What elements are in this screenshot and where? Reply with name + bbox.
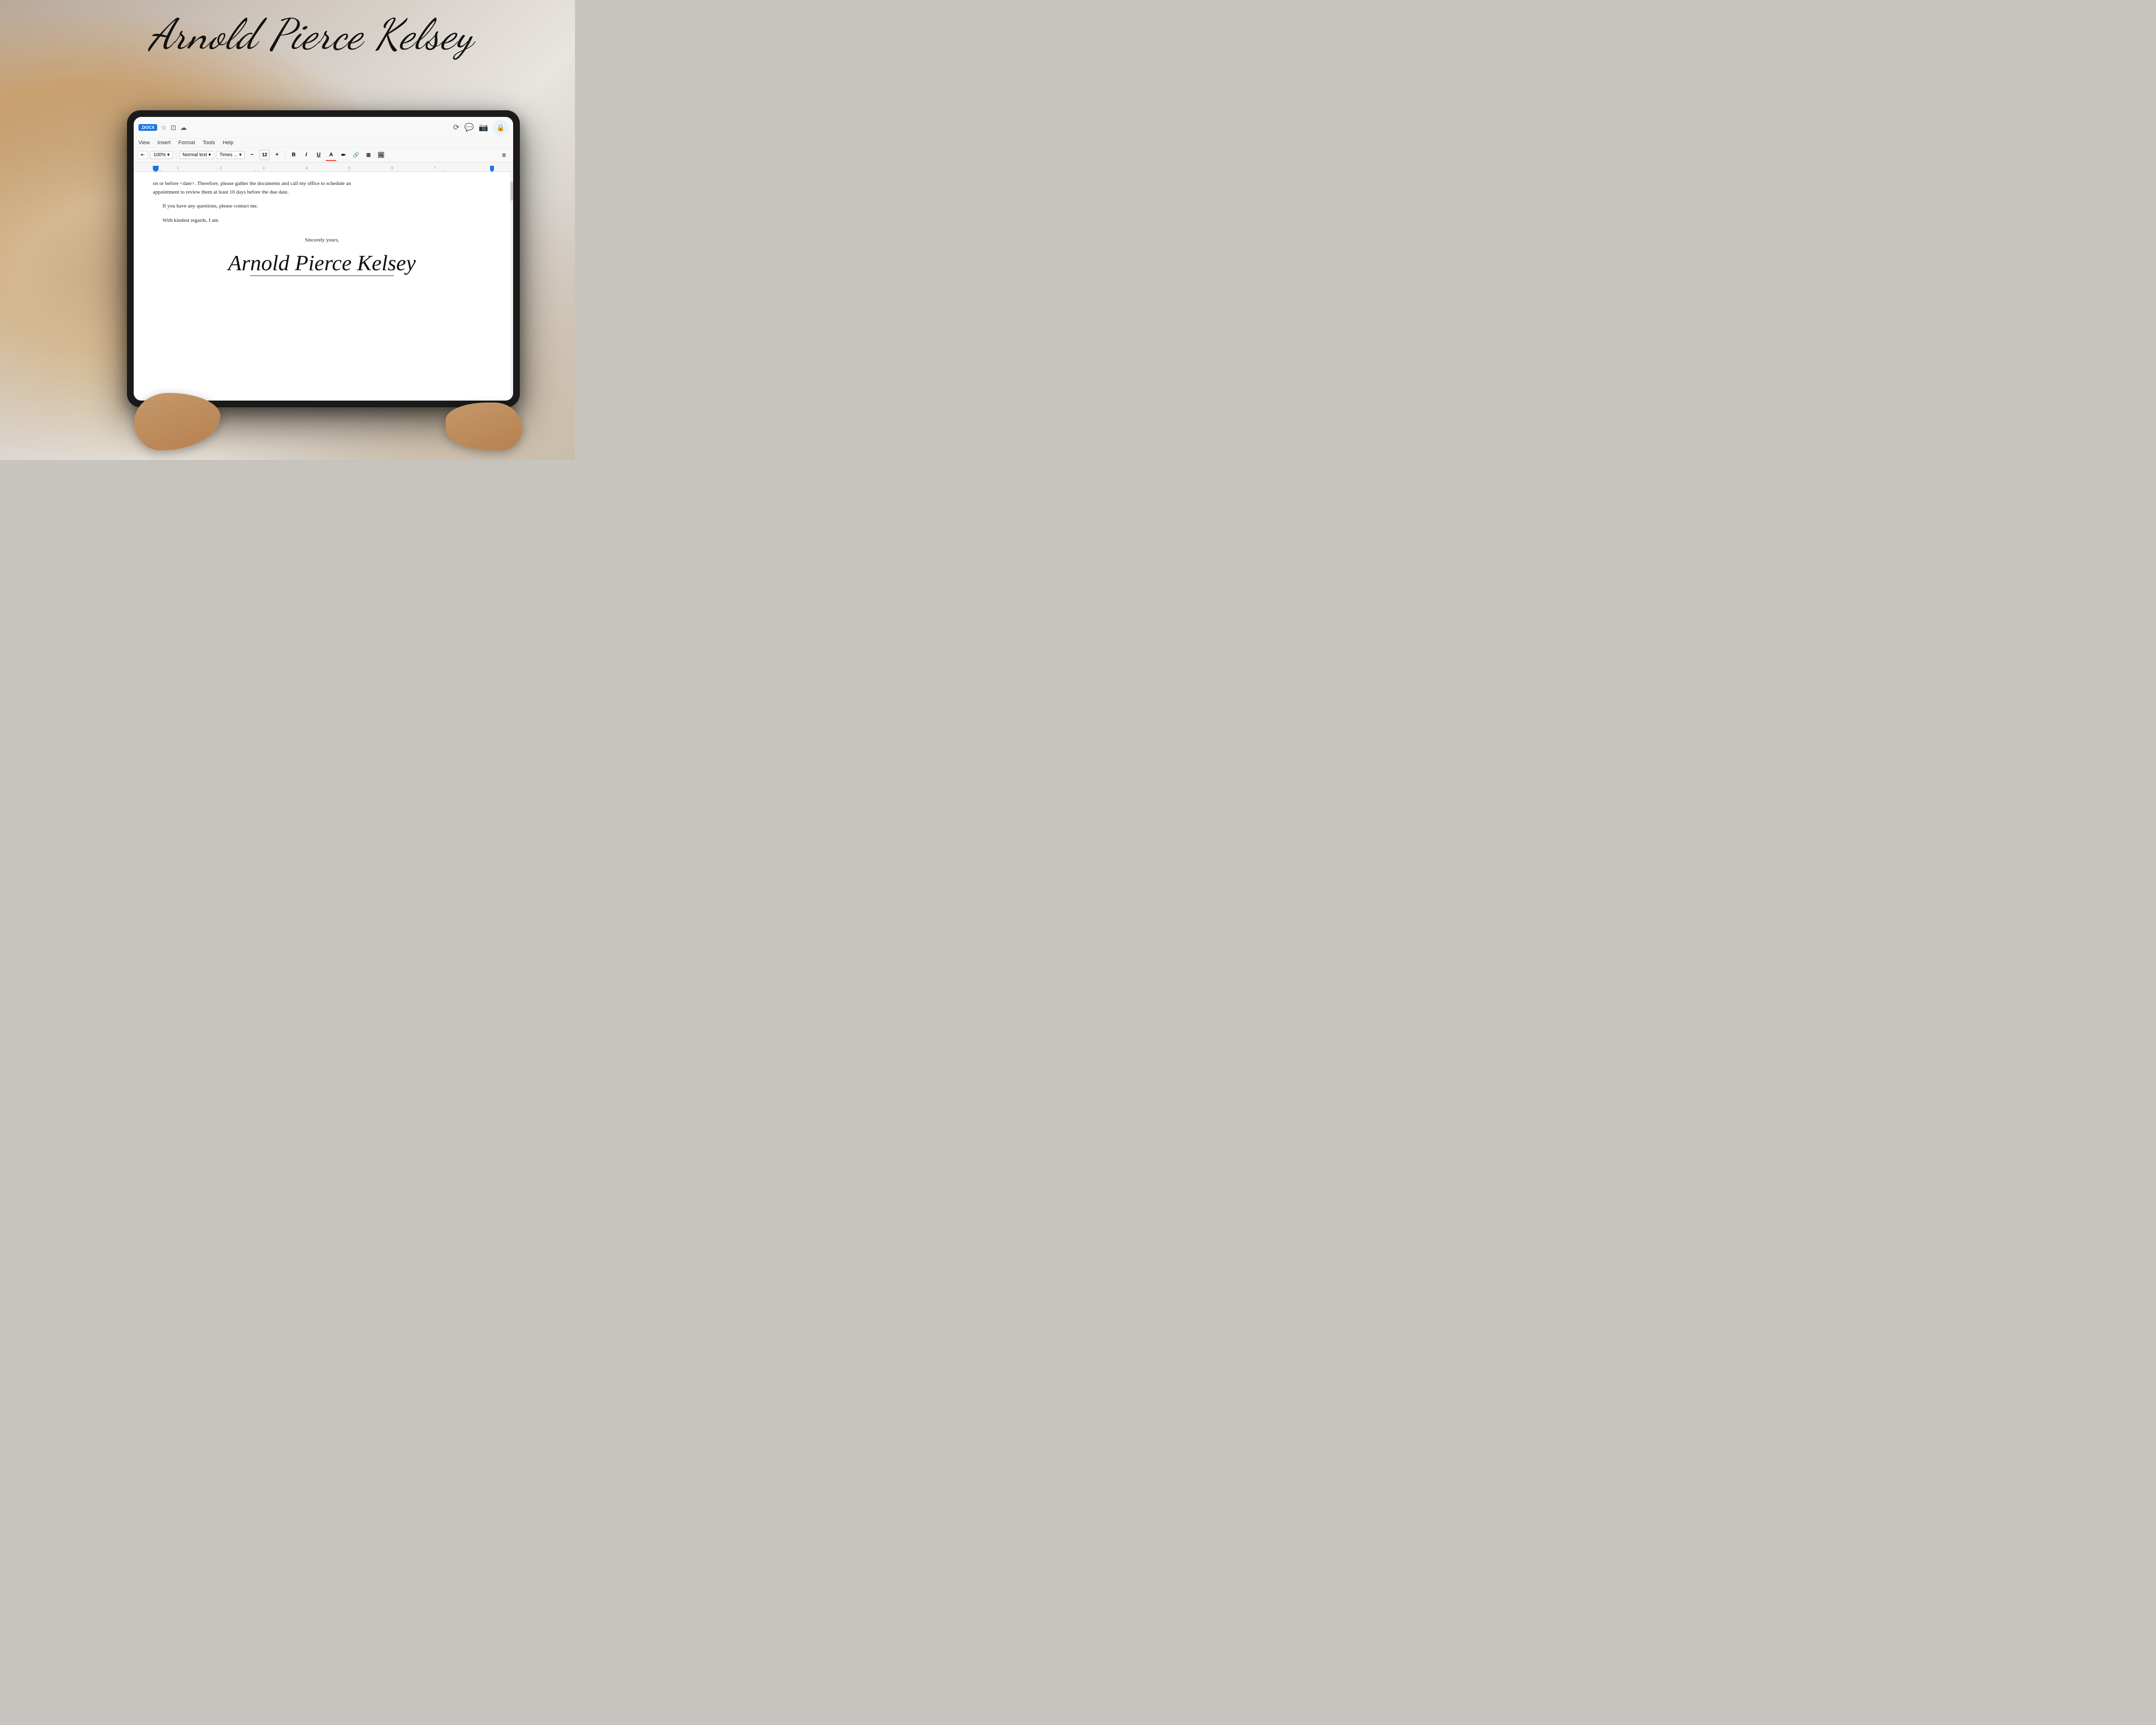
zoom-chevron: ▾: [167, 152, 170, 158]
link-button[interactable]: 🔗: [351, 150, 361, 160]
menu-bar: View Insert Format Tools Help: [134, 138, 513, 147]
ruler: 1 2 3 4 5 6 7: [134, 162, 513, 172]
indent-button[interactable]: ⇤: [138, 151, 148, 159]
toolbar-right: ⟳ 💬 📷 🔒: [453, 120, 508, 135]
font-value: Times ...: [219, 152, 238, 158]
italic-button[interactable]: I: [301, 150, 311, 160]
doc-line-1: on or before <date>. Therefore, please g…: [153, 181, 351, 186]
style-value: Normal text: [183, 152, 207, 158]
scroll-thumb[interactable]: [510, 182, 513, 201]
scrollbar[interactable]: [510, 172, 513, 401]
menu-expand-button[interactable]: ≡: [499, 150, 509, 160]
history-icon[interactable]: ⟳: [453, 123, 459, 132]
font-size-display[interactable]: 12: [259, 150, 270, 160]
font-color-button[interactable]: A: [326, 150, 336, 160]
doc-regards-line: With kindest regards, I am: [162, 218, 218, 223]
docx-badge: .DOCX: [138, 124, 157, 131]
ruler-right-marker: [490, 166, 494, 172]
insert-col-button[interactable]: ⊞: [363, 150, 374, 160]
folder-icon[interactable]: ⊡: [171, 124, 176, 132]
camera-icon[interactable]: 📷: [479, 123, 488, 132]
toolbar: .DOCX ☆ ⊡ ☁ ⟳ 💬 📷 🔒 View Insert: [134, 117, 513, 162]
signature-in-document: Arnold Pierce Kelsey: [153, 249, 491, 277]
zoom-value: 100%: [153, 152, 166, 158]
zoom-select[interactable]: 100% ▾: [150, 151, 173, 159]
font-increase-button[interactable]: +: [272, 150, 282, 160]
document-content[interactable]: on or before <date>. Therefore, please g…: [134, 172, 510, 401]
doc-paragraph-3: With kindest regards, I am: [162, 217, 491, 225]
star-icon[interactable]: ☆: [161, 124, 167, 132]
ruler-marker: [153, 166, 159, 172]
comment-icon[interactable]: 💬: [464, 123, 474, 132]
lock-button[interactable]: 🔒: [493, 120, 508, 135]
doc-paragraph-1: on or before <date>. Therefore, please g…: [153, 180, 491, 196]
menu-format[interactable]: Format: [178, 140, 195, 146]
highlight-button[interactable]: ✏: [338, 150, 349, 160]
font-chevron: ▾: [239, 152, 241, 158]
toolbar-top: .DOCX ☆ ⊡ ☁ ⟳ 💬 📷 🔒: [134, 117, 513, 138]
underline-button[interactable]: U: [313, 150, 324, 160]
doc-line-2: appointment to review them at least 10 d…: [153, 189, 288, 195]
menu-tools[interactable]: Tools: [203, 140, 215, 146]
doc-contact-line: If you have any questions, please contac…: [162, 203, 258, 209]
doc-paragraph-2: If you have any questions, please contac…: [162, 202, 491, 211]
indent-icon: ⇤: [141, 152, 145, 158]
hand-right: [446, 402, 522, 450]
font-decrease-button[interactable]: −: [247, 150, 257, 160]
font-select[interactable]: Times ... ▾: [216, 151, 245, 159]
menu-insert[interactable]: Insert: [158, 140, 171, 146]
formatting-bar: ⇤ 100% ▾ Normal text ▾ Times ... ▾: [134, 147, 513, 162]
tablet-device: .DOCX ☆ ⊡ ☁ ⟳ 💬 📷 🔒 View Insert: [127, 110, 520, 407]
bold-button[interactable]: B: [288, 150, 299, 160]
cloud-icon[interactable]: ☁: [180, 124, 187, 132]
style-select[interactable]: Normal text ▾: [179, 151, 214, 159]
tablet-screen: .DOCX ☆ ⊡ ☁ ⟳ 💬 📷 🔒 View Insert: [134, 117, 513, 401]
top-signature: Arnold Pierce Kelsey: [57, 10, 565, 60]
tablet-wrapper: .DOCX ☆ ⊡ ☁ ⟳ 💬 📷 🔒 View Insert: [96, 110, 551, 446]
divider2: [285, 150, 286, 159]
menu-help[interactable]: Help: [223, 140, 234, 146]
document-area: on or before <date>. Therefore, please g…: [134, 172, 513, 401]
menu-view[interactable]: View: [138, 140, 150, 146]
sincerely-section: Sincerely yours, Arnold Pierce Kelsey: [153, 236, 491, 276]
style-chevron: ▾: [208, 152, 211, 158]
ruler-marks: 1 2 3 4 5 6 7: [161, 162, 490, 172]
insert-image-button[interactable]: 🖼: [376, 150, 386, 160]
hand-left: [134, 393, 220, 450]
closing-text: Sincerely yours,: [153, 236, 491, 245]
